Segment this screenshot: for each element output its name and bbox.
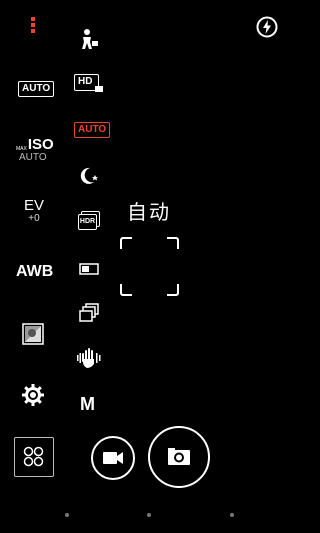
nav-dot-left — [65, 513, 69, 517]
ev-value: +0 — [28, 213, 40, 224]
iso-label: ISO — [27, 136, 54, 153]
iso-value: AUTO — [19, 152, 47, 163]
flash-auto-icon — [256, 16, 278, 38]
mode-hdr-button[interactable]: HDR — [78, 211, 100, 231]
night-icon — [80, 167, 98, 184]
focus-frame[interactable] — [120, 237, 179, 296]
mode-antishake-button[interactable] — [77, 347, 101, 374]
hand-icon — [77, 348, 101, 368]
effects-button[interactable] — [22, 323, 44, 350]
mode-manual-button[interactable]: M — [80, 394, 95, 415]
mode-hd-video-button[interactable]: HD — [74, 74, 104, 94]
record-video-button[interactable] — [91, 436, 135, 480]
white-balance-auto-button[interactable]: AUTO — [18, 81, 55, 97]
video-icon — [103, 452, 123, 464]
manual-label: M — [80, 394, 95, 414]
ev-label: EV — [23, 197, 44, 214]
menu-button[interactable] — [28, 16, 38, 38]
panorama-icon — [79, 263, 99, 275]
hd-label: HD — [78, 76, 93, 87]
flash-button[interactable] — [256, 16, 278, 43]
shutter-button[interactable] — [148, 426, 210, 488]
hdr-label: HDR — [79, 218, 96, 225]
camera-icon — [168, 448, 190, 465]
gallery-button[interactable] — [14, 437, 54, 477]
effects-icon — [22, 323, 44, 345]
awb-button[interactable]: AWB — [16, 263, 53, 281]
person-cam-icon — [82, 29, 98, 49]
awb-label: AWB — [16, 263, 54, 280]
mode-night-button[interactable] — [78, 166, 100, 191]
grid-icon — [23, 446, 44, 467]
mode-burst-button[interactable] — [79, 303, 99, 328]
mode-selfie-button[interactable] — [78, 28, 100, 55]
hd-video-icon — [95, 86, 103, 92]
ev-button[interactable]: EV +0 — [22, 198, 46, 224]
scene-mode-text: 自动 — [127, 200, 171, 224]
mode-auto-button[interactable]: AUTO — [74, 122, 111, 138]
mode-panorama-button[interactable] — [79, 262, 99, 280]
burst-icon — [79, 303, 99, 322]
vertical-dots-icon — [28, 17, 38, 33]
mode-auto-label: AUTO — [78, 124, 107, 135]
iso-button[interactable]: MAX ISO AUTO — [16, 136, 54, 163]
settings-button[interactable] — [21, 383, 45, 412]
nav-dot-center — [147, 513, 151, 517]
wb-auto-label: AUTO — [22, 83, 51, 94]
nav-dot-right — [230, 513, 234, 517]
gear-icon — [22, 384, 44, 406]
